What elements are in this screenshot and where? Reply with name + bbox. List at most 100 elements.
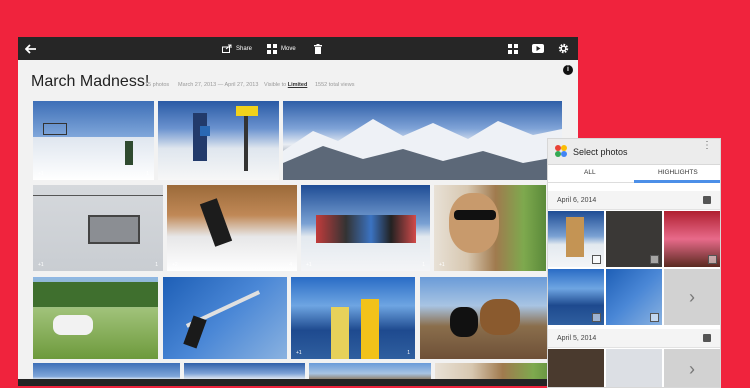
album-title: March Madness! [31,73,150,90]
photos-logo-icon [555,145,567,157]
delete-button[interactable] [314,37,322,60]
photo-tile[interactable]: +1 [434,185,546,271]
grid-icon [508,43,518,54]
thumbnail[interactable] [606,211,662,267]
date-group-header: April 5, 2014 [548,329,720,348]
info-button[interactable]: i [563,65,573,75]
jumper [199,198,233,247]
date-group-header: April 6, 2014 [548,191,720,210]
photo-tile[interactable] [283,101,562,180]
blue-sign [200,126,210,136]
person-yellow [331,307,349,359]
visibility: Visible to Limited [264,82,307,88]
move-button[interactable]: Move [267,37,296,60]
active-tab-indicator [634,180,720,183]
plus-count: +2 [172,262,178,268]
picker-header: Select photos ⋮ [548,139,720,165]
chevron-right-icon: › [689,358,695,379]
select-checkbox[interactable] [650,255,659,264]
visibility-link[interactable]: Limited [288,82,308,88]
thumbnail[interactable] [548,349,604,387]
black-dog [450,307,478,337]
group-date: April 5, 2014 [557,335,597,342]
tab-all[interactable]: ALL [584,169,596,176]
share-button[interactable]: Share [222,37,252,60]
picker-tabs: ALL HIGHLIGHTS [548,165,720,183]
skier [193,113,207,161]
group-date: April 6, 2014 [557,197,597,204]
gondola [88,215,140,244]
info-icon: i [567,66,569,73]
select-checkbox[interactable] [708,255,717,264]
select-group-checkbox[interactable] [703,196,711,204]
photo-picker: Select photos ⋮ ALL HIGHLIGHTS April 6, … [547,138,721,388]
photo-tile[interactable]: +1 1 [291,277,415,359]
bottom-bar [18,379,578,386]
plus-count: +1 [439,262,445,268]
photo-tile[interactable] [33,277,158,359]
more-photos-button[interactable]: › [664,269,720,325]
thumbnail[interactable] [548,269,604,325]
date-range: March 27, 2013 — April 27, 2013 [178,82,259,88]
view-count: 1552 total views [315,82,355,88]
plus-count: +1 [38,171,44,177]
picker-title: Select photos [573,147,628,157]
sunglasses [454,210,496,220]
play-icon [532,44,544,53]
settings-button[interactable] [558,37,569,60]
select-group-checkbox[interactable] [703,334,711,342]
top-toolbar: Share Move [18,37,578,60]
gear-icon [558,43,569,54]
photo-tile[interactable] [163,277,287,359]
select-checkbox[interactable] [592,255,601,264]
photo-tile[interactable]: +1 1 [33,101,154,180]
comment-count: 1 [407,350,410,356]
photo-tile[interactable]: +2 4 [167,185,297,271]
tree [125,141,133,165]
comment-count: 1 [422,262,425,268]
back-button[interactable] [25,37,37,60]
snow-slope [33,137,154,180]
photo-count: 15 photos [145,82,170,88]
photo-tile[interactable] [158,101,279,180]
trash-icon [314,43,322,54]
move-label: Move [281,45,296,52]
photo-tile[interactable] [420,277,558,359]
slideshow-button[interactable] [532,37,544,60]
select-checkbox[interactable] [650,313,659,322]
portrait-face [449,193,499,253]
climber [183,315,207,349]
share-label: Share [236,45,253,52]
move-icon [267,43,277,54]
chairlift [43,123,67,135]
layout-button[interactable] [508,37,518,60]
cable [33,195,163,196]
comment-count: 1 [155,262,158,268]
tab-highlights[interactable]: HIGHLIGHTS [658,169,698,176]
chevron-right-icon: › [689,286,695,307]
plus-count: +1 [296,350,302,356]
visibility-prefix: Visible to [264,82,287,88]
person-yellow [361,299,379,359]
tree-line [33,282,158,307]
thumbnail[interactable] [548,211,604,267]
comment-count: 1 [146,171,149,177]
select-checkbox[interactable] [592,313,601,322]
thumbnail[interactable] [606,349,662,387]
person-lying [53,315,93,335]
trail-sign [236,106,258,116]
comment-count: 4 [289,262,292,268]
mountain-range [283,119,562,180]
tower [566,217,584,257]
thumbnail[interactable] [606,269,662,325]
thumbnail[interactable] [664,211,720,267]
plus-count: +1 [306,262,312,268]
more-vert-icon[interactable]: ⋮ [702,141,712,151]
photo-tile[interactable]: +1 1 [33,185,163,271]
group-of-people [316,215,416,243]
photo-tile[interactable]: +1 1 [301,185,430,271]
album-window: Share Move March Madness! 15 photos Marc… [18,37,578,386]
brown-dog [480,299,520,335]
more-photos-button[interactable]: › [664,349,720,387]
arrow-left-icon [25,43,36,54]
